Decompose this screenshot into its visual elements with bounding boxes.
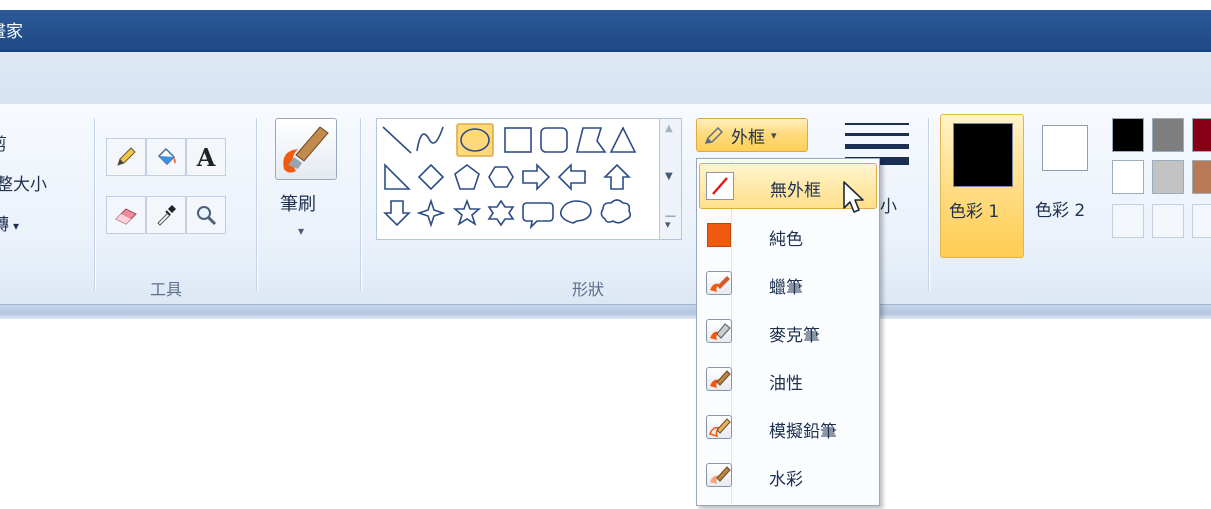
oil-brush-icon <box>705 365 733 393</box>
rotate-label: 轉 <box>0 215 9 235</box>
menu-item-label: 麥克筆 <box>769 326 820 346</box>
palette-swatch-custom-empty[interactable] <box>1192 204 1211 238</box>
paintbrush-icon <box>283 126 329 173</box>
brushes-button[interactable]: 筆刷 ▾ <box>270 118 342 258</box>
outline-menu-item-watercolor[interactable]: 水彩 <box>699 453 877 499</box>
rounded-rectangle-shape-icon <box>540 127 568 153</box>
size-label: 小 <box>880 197 897 217</box>
oval-callout-shape-icon <box>559 200 592 224</box>
right-arrow-shape-icon <box>522 163 551 191</box>
eraser-icon <box>115 208 137 225</box>
down-arrow-shape-icon <box>383 200 411 227</box>
color1-label: 色彩 1 <box>949 202 1000 222</box>
rotate-button[interactable]: 轉 ▾ <box>0 210 19 235</box>
resize-button[interactable]: 整大小 <box>0 170 47 195</box>
outline-menu-item-crayon[interactable]: 蠟筆 <box>699 261 877 307</box>
text-a-icon: A <box>196 142 216 172</box>
diamond-shape-icon <box>417 163 445 191</box>
eyedropper-icon <box>157 205 176 226</box>
window-title: 小畫家 <box>0 22 23 42</box>
left-arrow-shape-icon <box>557 163 586 191</box>
polygon-shape-icon <box>575 127 607 153</box>
group-separator <box>928 118 930 290</box>
up-arrow-shape-icon <box>603 163 631 190</box>
paint-bucket-icon <box>157 147 176 166</box>
outline-dropdown-button[interactable]: 外框 ▾ <box>696 118 808 152</box>
menu-item-label: 油性 <box>769 374 803 394</box>
palette-swatch-light-gray[interactable] <box>1152 160 1184 194</box>
color1-button[interactable]: 色彩 1 <box>940 114 1024 258</box>
group-separator <box>94 118 96 290</box>
group-separator <box>360 118 362 290</box>
shapes-gallery[interactable] <box>376 118 660 240</box>
menu-item-label: 無外框 <box>770 181 821 201</box>
cloud-callout-shape-icon <box>600 199 632 224</box>
menu-item-label: 模擬鉛筆 <box>769 422 837 442</box>
brushes-label: 筆刷 <box>280 194 316 215</box>
five-point-star-shape-icon <box>452 198 482 226</box>
line-shape-icon <box>382 126 412 154</box>
outline-menu-item-natural-pencil[interactable]: 模擬鉛筆 <box>699 405 877 451</box>
ribbon-tab-strip <box>0 52 1211 105</box>
outline-pencil-icon <box>704 127 723 144</box>
chevron-down-icon: ▾ <box>13 219 20 233</box>
crayon-icon <box>705 269 733 297</box>
brush-preview <box>275 118 337 180</box>
palette-swatch-gray[interactable] <box>1152 118 1184 152</box>
natural-pencil-icon <box>705 413 733 441</box>
menu-item-label: 蠟筆 <box>769 278 803 298</box>
palette-swatch-dark-red[interactable] <box>1192 118 1211 152</box>
crop-label: 剪 <box>0 135 7 155</box>
pencil-icon <box>117 147 136 166</box>
palette-swatch-white[interactable] <box>1112 160 1144 194</box>
ribbon-bottom-edge <box>0 304 1211 319</box>
outline-menu-item-oil[interactable]: 油性 <box>699 357 877 403</box>
magnifier-tool[interactable] <box>186 196 226 234</box>
palette-swatch-custom-empty[interactable] <box>1112 204 1144 238</box>
chevron-down-icon: ▾ <box>298 224 305 238</box>
curve-shape-icon <box>416 126 444 152</box>
crop-button[interactable]: 剪 <box>0 130 7 155</box>
palette-swatch-brown[interactable] <box>1192 160 1211 194</box>
six-point-star-shape-icon <box>487 199 515 227</box>
pencil-tool[interactable] <box>106 138 146 176</box>
tools-group-label: 工具 <box>150 280 183 299</box>
mouse-cursor-icon <box>842 180 868 220</box>
scroll-up-icon[interactable]: ▲ <box>665 123 673 134</box>
gallery-expand-icon[interactable]: — ▾ <box>665 210 676 230</box>
hexagon-shape-icon <box>488 166 514 188</box>
four-point-star-shape-icon <box>416 198 446 228</box>
shapes-gallery-scroll[interactable]: ▲ ▼ — ▾ <box>660 118 682 240</box>
menu-item-label: 純色 <box>769 230 803 250</box>
resize-label: 整大小 <box>0 175 47 195</box>
eraser-tool[interactable] <box>106 196 146 234</box>
palette-swatch-custom-empty[interactable] <box>1152 204 1184 238</box>
color2-label: 色彩 2 <box>1035 201 1086 221</box>
chevron-down-icon: ▾ <box>771 128 777 142</box>
outline-menu-item-marker[interactable]: 麥克筆 <box>699 309 877 355</box>
fill-tool[interactable] <box>146 138 186 176</box>
text-tool[interactable]: A <box>186 138 226 176</box>
color2-swatch[interactable] <box>1042 125 1088 171</box>
menu-item-label: 水彩 <box>769 470 803 490</box>
title-bar <box>0 0 1211 52</box>
palette-swatch-black[interactable] <box>1112 118 1144 152</box>
marker-icon <box>705 317 733 345</box>
outline-label: 外框 <box>731 127 765 148</box>
no-outline-icon <box>706 172 734 200</box>
right-triangle-shape-icon <box>384 163 411 190</box>
color1-swatch <box>953 123 1013 187</box>
pentagon-shape-icon <box>454 164 480 190</box>
magnifier-icon <box>197 206 217 226</box>
solid-color-icon <box>705 221 733 249</box>
scroll-down-icon[interactable]: ▼ <box>665 171 673 182</box>
rounded-callout-shape-icon <box>522 202 554 230</box>
triangle-shape-icon <box>609 126 637 153</box>
watercolor-icon <box>705 461 733 489</box>
color-picker-tool[interactable] <box>146 196 186 234</box>
shapes-group-label: 形狀 <box>572 280 605 299</box>
shapes-icons <box>382 123 637 230</box>
group-separator <box>256 118 258 290</box>
rectangle-shape-icon <box>504 127 532 153</box>
